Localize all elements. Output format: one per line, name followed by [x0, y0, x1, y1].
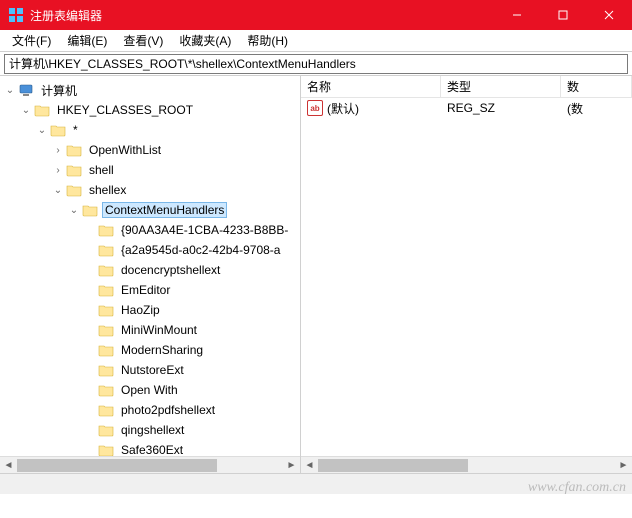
collapse-icon[interactable]: ⌄: [50, 185, 66, 196]
minimize-button[interactable]: [494, 0, 540, 30]
tree-scrollbar-h[interactable]: ◄ ►: [0, 456, 300, 473]
tree-node-child[interactable]: Open With: [0, 380, 300, 400]
tree-node-label: HKEY_CLASSES_ROOT: [54, 102, 196, 118]
folder-icon: [66, 183, 82, 197]
expand-icon[interactable]: ›: [50, 165, 66, 176]
folder-icon: [98, 283, 114, 297]
folder-icon: [98, 223, 114, 237]
value-type: REG_SZ: [441, 101, 561, 115]
folder-icon: [98, 443, 114, 457]
tree-node-label: HaoZip: [118, 302, 163, 318]
menu-help[interactable]: 帮助(H): [239, 30, 296, 51]
folder-icon: [98, 363, 114, 377]
menu-file[interactable]: 文件(F): [4, 30, 59, 51]
folder-icon: [98, 323, 114, 337]
list-scrollbar-h[interactable]: ◄ ►: [301, 456, 632, 473]
tree-node-label: ModernSharing: [118, 342, 206, 358]
folder-icon: [98, 423, 114, 437]
close-button[interactable]: [586, 0, 632, 30]
tree-node-child[interactable]: NutstoreExt: [0, 360, 300, 380]
list-pane[interactable]: 名称 类型 数 ab (默认) REG_SZ (数 ◄ ►: [301, 76, 632, 473]
tree-node-openwithlist[interactable]: › OpenWithList: [0, 140, 300, 160]
tree-node-child[interactable]: ModernSharing: [0, 340, 300, 360]
tree-node-label: MiniWinMount: [118, 322, 200, 338]
folder-icon: [98, 303, 114, 317]
computer-icon: [18, 83, 34, 97]
tree-node-label: shell: [86, 162, 117, 178]
folder-icon: [98, 343, 114, 357]
tree-node-label: Open With: [118, 382, 181, 398]
folder-icon: [98, 403, 114, 417]
tree-node-hkcr[interactable]: ⌄ HKEY_CLASSES_ROOT: [0, 100, 300, 120]
scroll-left-icon[interactable]: ◄: [301, 457, 318, 474]
window-title: 注册表编辑器: [30, 7, 494, 24]
folder-icon: [34, 103, 50, 117]
list-header: 名称 类型 数: [301, 76, 632, 98]
scroll-right-icon[interactable]: ►: [615, 457, 632, 474]
tree-node-label: {a2a9545d-a0c2-42b4-9708-a: [118, 242, 283, 258]
tree-node-label: OpenWithList: [86, 142, 164, 158]
app-icon: [8, 7, 24, 23]
tree-node-label: {90AA3A4E-1CBA-4233-B8BB-: [118, 222, 291, 238]
tree-pane[interactable]: ⌄计算机⌄HKEY_CLASSES_ROOT⌄*›OpenWithList›sh…: [0, 76, 301, 473]
status-bar: [0, 474, 632, 494]
tree-node-star[interactable]: ⌄*: [0, 120, 300, 140]
tree-node-label: NutstoreExt: [118, 362, 187, 378]
col-header-type[interactable]: 类型: [441, 76, 561, 97]
menu-edit[interactable]: 编辑(E): [59, 30, 115, 51]
value-name: (默认): [327, 100, 359, 117]
address-text: 计算机\HKEY_CLASSES_ROOT\*\shellex\ContextM…: [9, 55, 356, 72]
tree-node-label: 计算机: [38, 81, 80, 100]
tree-node-child[interactable]: HaoZip: [0, 300, 300, 320]
tree-node-child[interactable]: qingshellext: [0, 420, 300, 440]
tree-node-contextmenuhandlers[interactable]: ⌄ ContextMenuHandlers: [0, 200, 300, 220]
value-data: (数: [561, 100, 632, 117]
tree-node-computer[interactable]: ⌄ 计算机: [0, 80, 300, 100]
col-header-data[interactable]: 数: [561, 76, 632, 97]
folder-icon: [98, 383, 114, 397]
collapse-icon[interactable]: ⌄: [34, 125, 50, 136]
tree-node-label: shellex: [86, 182, 129, 198]
tree-node-shell[interactable]: › shell: [0, 160, 300, 180]
menu-bar: 文件(F) 编辑(E) 查看(V) 收藏夹(A) 帮助(H): [0, 30, 632, 52]
tree-node-label: ContextMenuHandlers: [102, 202, 227, 218]
tree-node-label: qingshellext: [118, 422, 187, 438]
tree-node-shellex[interactable]: ⌄ shellex: [0, 180, 300, 200]
folder-icon: [82, 203, 98, 217]
maximize-button[interactable]: [540, 0, 586, 30]
scroll-left-icon[interactable]: ◄: [0, 457, 17, 474]
folder-icon: [50, 123, 66, 137]
folder-icon: [98, 243, 114, 257]
menu-view[interactable]: 查看(V): [115, 30, 171, 51]
scroll-right-icon[interactable]: ►: [283, 457, 300, 474]
expand-icon[interactable]: ›: [50, 145, 66, 156]
address-input[interactable]: 计算机\HKEY_CLASSES_ROOT\*\shellex\ContextM…: [4, 54, 628, 74]
folder-icon: [66, 163, 82, 177]
collapse-icon[interactable]: ⌄: [66, 205, 82, 216]
tree-node-child[interactable]: photo2pdfshellext: [0, 400, 300, 420]
list-row[interactable]: ab (默认) REG_SZ (数: [301, 98, 632, 118]
scroll-thumb[interactable]: [318, 459, 468, 472]
col-header-name[interactable]: 名称: [301, 76, 441, 97]
tree-node-child[interactable]: {90AA3A4E-1CBA-4233-B8BB-: [0, 220, 300, 240]
string-value-icon: ab: [307, 100, 323, 116]
tree-node-child[interactable]: docencryptshellext: [0, 260, 300, 280]
tree-node-label: *: [70, 122, 81, 138]
scroll-thumb[interactable]: [17, 459, 217, 472]
tree-node-label: photo2pdfshellext: [118, 402, 218, 418]
tree-node-child[interactable]: {a2a9545d-a0c2-42b4-9708-a: [0, 240, 300, 260]
collapse-icon[interactable]: ⌄: [18, 105, 34, 116]
folder-icon: [98, 263, 114, 277]
title-bar: 注册表编辑器: [0, 0, 632, 30]
collapse-icon[interactable]: ⌄: [2, 85, 18, 96]
address-bar: 计算机\HKEY_CLASSES_ROOT\*\shellex\ContextM…: [0, 52, 632, 76]
tree-node-label: docencryptshellext: [118, 262, 223, 278]
tree-node-label: EmEditor: [118, 282, 173, 298]
menu-favorites[interactable]: 收藏夹(A): [171, 30, 239, 51]
tree-node-child[interactable]: EmEditor: [0, 280, 300, 300]
folder-icon: [66, 143, 82, 157]
tree-node-child[interactable]: MiniWinMount: [0, 320, 300, 340]
